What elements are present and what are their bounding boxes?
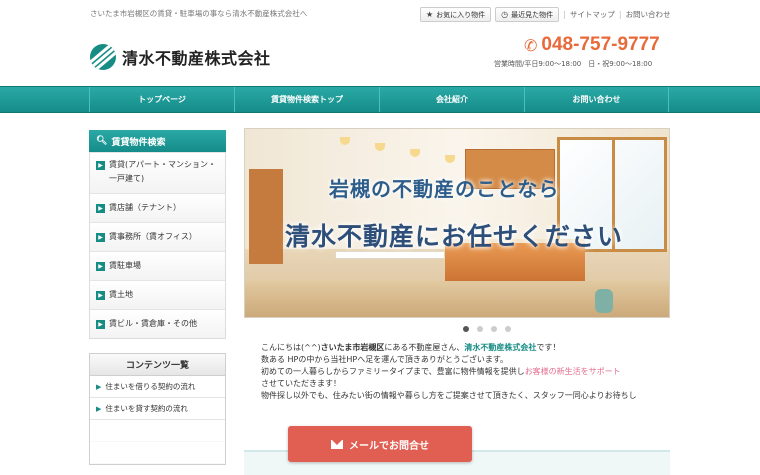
sidebar-item-rental-shop[interactable]: ▶ 賃店舗（テナント） [90, 193, 225, 222]
hero-slider[interactable]: 岩槻の不動産のことなら 清水不動産にお任せください [244, 128, 670, 318]
slider-dot[interactable] [505, 326, 511, 332]
sidebar-item-label: 賃事務所（賃オフィス） [109, 232, 197, 241]
intro-highlight: お客様の新生活をサポート [524, 367, 621, 376]
sidebar-item-label: 賃駐車場 [109, 261, 141, 270]
mail-contact-button[interactable]: メールでお問合せ [288, 426, 472, 462]
nav-item-company[interactable]: 会社紹介 [379, 87, 524, 112]
slider-dot-active[interactable] [463, 326, 469, 332]
intro-line: こんにちは(^^)さいたま市岩槻区にある不動産屋さん、清水不動産株式会社です！ [261, 342, 664, 354]
contents-item-leasing-flow[interactable]: ▶ 住まいを貸す契約の流れ [90, 398, 225, 420]
contact-link[interactable]: お問い合わせ [626, 9, 671, 20]
intro-text-part: 初めての一人暮らしからファミリータイプまで、豊富に物件情報を提供し [261, 367, 525, 376]
arrow-right-icon: ▶ [96, 320, 105, 329]
site-tagline: さいたま市岩槻区の賃貸・駐車場の事なら清水不動産株式会社へ [90, 9, 308, 18]
recently-viewed-label: 最近見た物件 [511, 10, 554, 19]
mail-icon [331, 439, 343, 449]
main-column: 岩槻の不動産のことなら 清水不動産にお任せください こんにちは(^^)さいたま市… [244, 128, 670, 402]
rental-search-heading: 🔍︎ 賃貸物件検索 [89, 130, 226, 152]
phone-block: ✆ 048-757-9777 [524, 34, 660, 56]
hero-headline: 岩槻の不動産のことなら [329, 177, 560, 201]
company-name: 清水不動産株式会社 [122, 49, 271, 68]
divider: | [618, 10, 622, 19]
phone-icon: ✆ [524, 35, 538, 55]
recently-viewed-button[interactable]: ◷ 最近見た物件 [495, 7, 560, 22]
contents-item-label: 住まいを借りる契約の流れ [105, 382, 196, 391]
top-bar: さいたま市岩槻区の賃貸・駐車場の事なら清水不動産株式会社へ ★ お気に入り物件 … [0, 0, 760, 30]
business-hours: 営業時間/平日9:00～18:00 日・祝9:00～18:00 [494, 60, 653, 68]
intro-text: こんにちは(^^)さいたま市岩槻区にある不動産屋さん、清水不動産株式会社です！ … [244, 342, 664, 402]
arrow-right-icon: ▶ [96, 161, 105, 170]
contents-item-placeholder [90, 442, 225, 464]
mail-contact-label: メールでお問合せ [349, 440, 429, 452]
arrow-right-icon: ▶ [96, 291, 105, 300]
arrow-right-icon: ▶ [96, 204, 105, 213]
sidebar-item-rental-land[interactable]: ▶ 賃土地 [90, 280, 225, 309]
sidebar-item-rental-parking[interactable]: ▶ 賃駐車場 [90, 251, 225, 280]
contents-list-box: コンテンツ一覧 ▶ 住まいを借りる契約の流れ ▶ 住まいを貸す契約の流れ [89, 353, 226, 465]
content-area: 🔍︎ 賃貸物件検索 ▶ 賃貸(アパート・マンション・一戸建て) ▶ 賃店舗（テナ… [0, 113, 760, 475]
intro-line: させていただきます！ [261, 379, 341, 388]
triangle-right-icon: ▶ [96, 404, 102, 413]
contents-item-label: 住まいを貸す契約の流れ [105, 404, 188, 413]
sitemap-link[interactable]: サイトマップ [570, 9, 615, 20]
nav-item-contact[interactable]: お問い合わせ [524, 87, 669, 112]
favorites-label: お気に入り物件 [436, 10, 486, 19]
rental-search-title: 賃貸物件検索 [111, 137, 166, 148]
intro-line: 数ある HPの中から当社HPへ足を運んで頂きありがとうございます。 [261, 355, 509, 364]
rental-category-list: ▶ 賃貸(アパート・マンション・一戸建て) ▶ 賃店舗（テナント） ▶ 賃事務所… [89, 152, 226, 339]
clock-icon: ◷ [501, 10, 509, 19]
intro-text-part: にある不動産屋さん、 [384, 343, 465, 352]
sidebar: 🔍︎ 賃貸物件検索 ▶ 賃貸(アパート・マンション・一戸建て) ▶ 賃店舗（テナ… [89, 130, 226, 465]
search-icon: 🔍︎ [96, 136, 108, 146]
company-logo[interactable]: 清水不動産株式会社 [90, 44, 271, 70]
sidebar-item-label: 賃貸(アパート・マンション・一戸建て) [109, 160, 216, 183]
contents-item-renting-flow[interactable]: ▶ 住まいを借りる契約の流れ [90, 376, 225, 398]
contents-item-placeholder [90, 420, 225, 442]
nav-item-top[interactable]: トップページ [89, 87, 234, 112]
slider-dot[interactable] [477, 326, 483, 332]
main-nav: トップページ 賃貸物件検索トップ 会社紹介 お問い合わせ [0, 86, 760, 113]
intro-location: さいたま市岩槻区 [320, 343, 385, 352]
sidebar-item-label: 賃店舗（テナント） [109, 203, 181, 212]
triangle-right-icon: ▶ [96, 382, 102, 391]
sidebar-item-label: 賃ビル・賃倉庫・その他 [109, 319, 197, 328]
hero-image-vase [595, 289, 613, 313]
intro-text-part: こんにちは(^^) [261, 343, 321, 352]
divider: | [563, 10, 566, 19]
intro-text-part: です！ [536, 343, 561, 352]
contents-list-title: コンテンツ一覧 [90, 354, 225, 376]
sidebar-item-rental-housing[interactable]: ▶ 賃貸(アパート・マンション・一戸建て) [90, 152, 225, 193]
sidebar-item-rental-office[interactable]: ▶ 賃事務所（賃オフィス） [90, 222, 225, 251]
phone-number[interactable]: 048-757-9777 [541, 34, 659, 56]
star-icon: ★ [426, 10, 434, 19]
slider-dot[interactable] [491, 326, 497, 332]
sidebar-item-rental-building[interactable]: ▶ 賃ビル・賃倉庫・その他 [90, 309, 225, 338]
arrow-right-icon: ▶ [96, 262, 105, 271]
sidebar-item-label: 賃土地 [109, 290, 133, 299]
header: 清水不動産株式会社 ✆ 048-757-9777 営業時間/平日9:00～18:… [0, 30, 760, 86]
top-links: ★ お気に入り物件 ◷ 最近見た物件 | サイトマップ | お問い合わせ [420, 7, 671, 22]
favorites-button[interactable]: ★ お気に入り物件 [420, 7, 492, 22]
intro-company-name: 清水不動産株式会社 [464, 343, 537, 352]
nav-item-rental-search[interactable]: 賃貸物件検索トップ [234, 87, 379, 112]
intro-line: 物件探し以外でも、住みたい街の情報や暮らし方をご提案させて頂きたく、スタッフ一同… [261, 391, 637, 400]
arrow-right-icon: ▶ [96, 233, 105, 242]
logo-mark-icon [90, 44, 116, 70]
hero-image-shelf [249, 169, 283, 264]
intro-line: 初めての一人暮らしからファミリータイプまで、豊富に物件情報を提供しお客様の新生活… [261, 366, 664, 378]
hero-subheadline: 清水不動産にお任せください [285, 222, 624, 251]
slider-pagination [244, 326, 670, 332]
